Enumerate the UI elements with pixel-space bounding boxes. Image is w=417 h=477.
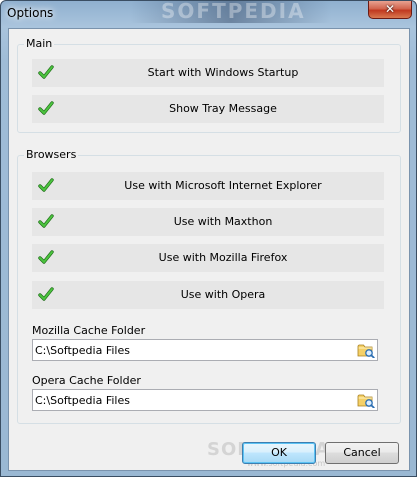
option-label: Use with Microsoft Internet Explorer (124, 179, 322, 192)
ok-button[interactable]: OK (242, 442, 316, 464)
title-bar[interactable]: SOFTPEDIA Options ✕ (1, 0, 416, 27)
main-group: Main Start with Windows Startup Show Tra… (17, 37, 401, 133)
check-icon (38, 101, 54, 115)
option-start-with-windows[interactable]: Start with Windows Startup (32, 59, 384, 87)
option-maxthon[interactable]: Use with Maxthon (32, 208, 384, 236)
option-label: Use with Opera (180, 288, 266, 301)
options-window: SOFTPEDIA Options ✕ Main Start with Wind… (0, 0, 417, 477)
check-icon (38, 65, 54, 79)
browsers-group: Browsers Use with Microsoft Internet Exp… (17, 148, 401, 424)
opera-cache-input[interactable] (35, 392, 345, 408)
title-watermark: SOFTPEDIA (161, 0, 306, 23)
mozilla-cache-label: Mozilla Cache Folder (32, 324, 146, 337)
dialog-client-area: Main Start with Windows Startup Show Tra… (8, 28, 410, 471)
main-group-label: Main (24, 37, 55, 50)
opera-cache-label: Opera Cache Folder (32, 374, 141, 387)
option-show-tray-message[interactable]: Show Tray Message (32, 95, 384, 123)
browse-folder-icon[interactable] (357, 342, 375, 358)
mozilla-cache-input[interactable] (35, 342, 345, 358)
close-button[interactable]: ✕ (368, 1, 412, 19)
check-icon (38, 214, 54, 228)
option-mozilla-firefox[interactable]: Use with Mozilla Firefox (32, 244, 384, 272)
close-icon: ✕ (384, 2, 396, 16)
window-title: Options (7, 6, 54, 20)
option-label: Start with Windows Startup (147, 66, 299, 79)
option-label: Use with Mozilla Firefox (158, 251, 288, 264)
check-icon (38, 178, 54, 192)
option-internet-explorer[interactable]: Use with Microsoft Internet Explorer (32, 172, 384, 200)
option-label: Show Tray Message (169, 102, 277, 115)
check-icon (38, 250, 54, 264)
check-icon (38, 287, 54, 301)
browse-folder-icon[interactable] (357, 392, 375, 408)
cancel-button[interactable]: Cancel (325, 442, 399, 464)
option-label: Use with Maxthon (173, 215, 273, 228)
opera-cache-field[interactable] (32, 389, 378, 411)
mozilla-cache-field[interactable] (32, 339, 378, 361)
option-opera[interactable]: Use with Opera (32, 281, 384, 309)
browsers-group-label: Browsers (24, 148, 79, 161)
